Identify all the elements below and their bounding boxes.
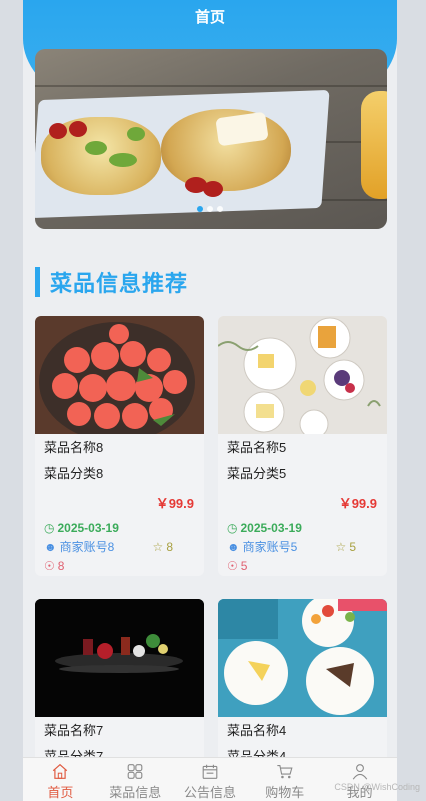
user-icon: ☻: [227, 540, 240, 554]
date-row: ◷ 2025-03-19: [35, 520, 204, 536]
tab-label: 首页: [47, 785, 74, 800]
views-row: ☉ 5: [218, 558, 387, 574]
carousel-dot[interactable]: [197, 206, 203, 212]
dish-name: 菜品名称5: [227, 440, 287, 455]
views-row: ☉ 8: [35, 558, 204, 574]
section-title: 菜品信息推荐: [50, 271, 189, 296]
dish-image: [218, 599, 387, 717]
grid-icon: [127, 764, 143, 779]
dish-name: 菜品名称4: [227, 723, 287, 738]
clock-icon: ◷: [44, 521, 55, 535]
carousel-dot[interactable]: [217, 206, 223, 212]
dish-image: [35, 599, 204, 717]
section-header: 菜品信息推荐: [35, 267, 188, 297]
thumbs-up-icon: ☆: [152, 540, 164, 554]
dish-category: 菜品分类5: [227, 466, 287, 481]
cart-icon: [277, 764, 293, 779]
like-count: 8: [166, 540, 173, 554]
merchant-row: ☻ 商家账号8 ☆ 8: [35, 539, 204, 555]
dish-price: ￥99.9: [338, 496, 377, 511]
tab-profile[interactable]: 我的: [322, 758, 397, 801]
dish-name: 菜品名称8: [44, 440, 104, 455]
merchant-account: 商家账号8: [59, 540, 115, 554]
tab-dishes[interactable]: 菜品信息: [98, 758, 173, 801]
carousel-indicators: [197, 206, 223, 212]
dish-card[interactable]: 菜品名称4 菜品分类4: [218, 599, 387, 769]
dish-price: ￥99.9: [155, 496, 194, 511]
dish-date: 2025-03-19: [240, 521, 302, 535]
tab-label: 购物车: [265, 785, 305, 800]
view-count: 5: [240, 559, 248, 573]
eye-icon: ☉: [227, 559, 238, 573]
tab-label: 公告信息: [183, 785, 236, 800]
dish-card[interactable]: 菜品名称5 菜品分类5 ￥99.9 ◷ 2025-03-19 ☻ 商家账号5 ☆ 5…: [218, 316, 387, 576]
dish-date: 2025-03-19: [57, 521, 119, 535]
dish-card[interactable]: 菜品名称7 菜品分类7: [35, 599, 204, 769]
user-icon: [352, 764, 367, 780]
banner-juice-glass: [361, 91, 387, 199]
page-title: 首页: [194, 9, 225, 26]
tab-announcements[interactable]: 公告信息: [173, 758, 248, 801]
dish-image: [218, 316, 387, 434]
dish-image: [35, 316, 204, 434]
eye-icon: ☉: [44, 559, 55, 573]
dish-card[interactable]: 菜品名称8 菜品分类8 ￥99.9 ◷ 2025-03-19 ☻ 商家账号8 ☆ 8…: [35, 316, 204, 576]
user-icon: ☻: [44, 540, 57, 554]
section-accent-bar: [35, 267, 40, 297]
like-count: 5: [349, 540, 356, 554]
merchant-row: ☻ 商家账号5 ☆ 5: [218, 539, 387, 555]
carousel-dot[interactable]: [207, 206, 213, 212]
bottom-tab-bar: 首页 菜品信息 公告信息 购物车 我的: [23, 757, 397, 801]
banner-carousel[interactable]: [35, 49, 387, 229]
date-row: ◷ 2025-03-19: [218, 520, 387, 536]
dish-category: 菜品分类8: [44, 466, 104, 481]
home-icon: [53, 763, 68, 779]
merchant-account: 商家账号5: [242, 540, 298, 554]
clock-icon: ◷: [227, 521, 238, 535]
watermark: CSDN @WishCoding: [334, 782, 420, 792]
tab-cart[interactable]: 购物车: [247, 758, 322, 801]
tab-home[interactable]: 首页: [23, 758, 98, 801]
thumbs-up-icon: ☆: [335, 540, 347, 554]
calendar-icon: [202, 764, 218, 779]
view-count: 8: [57, 559, 65, 573]
phone-screen: 首页 菜品信息推荐 菜品名称8 菜品分类8 ￥99.9 ◷ 2025-03-19…: [23, 0, 397, 801]
tab-label: 菜品信息: [109, 785, 162, 800]
dish-name: 菜品名称7: [44, 723, 104, 738]
